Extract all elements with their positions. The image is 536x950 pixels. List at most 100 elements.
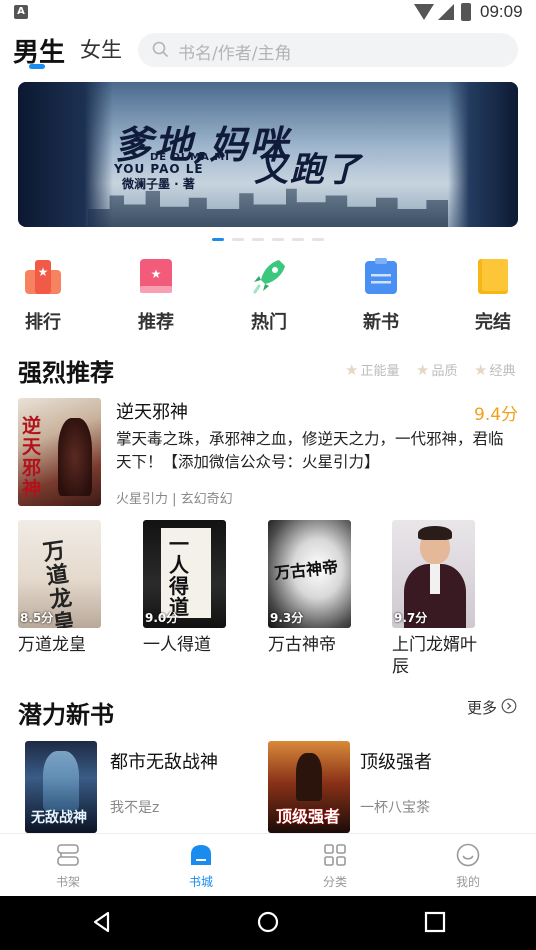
category-new[interactable]: 新书 (351, 256, 411, 334)
featured-book-title[interactable]: 逆天邪神 (116, 398, 188, 424)
tag-label: 正能量 (360, 364, 400, 379)
cover-hair (418, 526, 452, 540)
recents-icon[interactable] (424, 911, 446, 933)
nav-bookshelf[interactable]: 书架 (33, 842, 103, 890)
search-icon (152, 41, 168, 57)
pagination-dot (252, 238, 264, 241)
app-notification-icon: A (14, 5, 28, 19)
pagination-dot (312, 238, 324, 241)
nav-label: 我的 (455, 875, 480, 889)
cover-figure (43, 751, 79, 811)
category-grid-icon (324, 844, 346, 866)
book-cover: 万古神帝 9.3分 (268, 520, 351, 628)
nav-label: 书城 (188, 875, 213, 889)
book-cover: 万道龙皇 8.5分 (18, 520, 101, 628)
banner-figure-right (448, 82, 518, 227)
tag-classic[interactable]: ★ 经典 (474, 360, 515, 379)
status-time: 09:09 (480, 2, 523, 21)
pagination-dot (232, 238, 244, 241)
promo-banner[interactable]: 爹地,妈咪 DE DI MA MI YOU PAO LE 微澜子墨 · 著 又跑… (18, 82, 518, 227)
active-tab-indicator (29, 64, 45, 69)
category-label: 新书 (363, 312, 399, 333)
category-recommend[interactable]: ★ 推荐 (126, 256, 186, 334)
nav-label: 书架 (55, 875, 80, 889)
cover-title: 顶级强者 (276, 807, 341, 826)
book-title: 一人得道 (143, 635, 211, 655)
book-title: 上门龙婿叶辰 (392, 635, 477, 677)
pagination-dot (212, 238, 224, 241)
svg-text:★: ★ (38, 265, 49, 279)
cover-figure (58, 418, 92, 496)
pagination-dot (272, 238, 284, 241)
chevron-right-circle-icon[interactable] (501, 698, 517, 714)
tag-positive[interactable]: ★ 正能量 (345, 360, 399, 379)
new-book-cover[interactable]: 顶级强者 (268, 741, 350, 833)
book-card[interactable]: 万道龙皇 8.5分 万道龙皇 (18, 520, 118, 656)
new-book-title[interactable]: 顶级强者 (360, 748, 432, 774)
category-label: 排行 (25, 312, 61, 333)
new-book-title[interactable]: 都市无敌战神 (110, 748, 218, 774)
recommend-icon: ★ (140, 259, 172, 293)
category-label: 热门 (251, 312, 287, 333)
new-book-author: 我不是z (110, 800, 160, 816)
tag-quality[interactable]: ★ 品质 (416, 360, 457, 379)
cover-figure (296, 753, 322, 801)
banner-figure-left (18, 82, 113, 227)
search-input[interactable]: 书名/作者/主角 (138, 33, 518, 67)
book-cover: 一人得道 9.0分 (143, 520, 226, 628)
book-score: 9.7分 (394, 611, 428, 625)
book-card[interactable]: 万古神帝 9.3分 万古神帝 (268, 520, 368, 656)
book-cover: 9.7分 (392, 520, 475, 628)
nav-profile[interactable]: 我的 (433, 842, 503, 890)
signal-icon (438, 4, 454, 20)
book-title: 万古神帝 (268, 635, 336, 655)
bookstore-icon (191, 845, 211, 865)
tab-female[interactable]: 女生 (80, 34, 122, 64)
cover-title: 一人得道 (169, 532, 189, 619)
cover-title: 逆天邪神 (22, 415, 42, 500)
battery-icon (461, 3, 471, 21)
star-icon: ★ (474, 361, 488, 379)
svg-text:★: ★ (151, 267, 162, 281)
category-ranking[interactable]: ★ 排行 (13, 256, 73, 334)
book-score: 9.0分 (145, 611, 179, 625)
ranking-icon: ★ (25, 260, 61, 294)
book-card[interactable]: 9.7分 上门龙婿叶辰 (392, 520, 492, 678)
star-icon: ★ (345, 361, 359, 379)
banner-title-2: 又跑了 (254, 150, 362, 190)
featured-book-score: 9.4分 (474, 405, 519, 425)
cover-title: 无敌战神 (31, 810, 87, 826)
nav-label: 分类 (322, 875, 347, 889)
featured-book-meta: 火星引力 | 玄幻奇幻 (116, 492, 233, 507)
back-icon[interactable] (90, 910, 114, 934)
category-label: 完结 (475, 312, 511, 333)
category-finished[interactable]: 完结 (463, 256, 523, 334)
book-score: 9.3分 (270, 611, 304, 625)
featured-book-cover[interactable]: 逆天邪神 (18, 398, 101, 506)
more-link[interactable]: 更多 (467, 697, 497, 718)
wifi-icon (414, 4, 434, 20)
category-label: 推荐 (138, 312, 174, 333)
category-hot[interactable]: 热门 (239, 256, 299, 334)
star-icon: ★ (416, 361, 430, 379)
cover-shirt (430, 564, 440, 594)
finished-icon (478, 259, 508, 294)
book-score: 8.5分 (20, 611, 54, 625)
tag-label: 品质 (431, 364, 458, 379)
nav-category[interactable]: 分类 (300, 842, 370, 890)
section-title-new: 潜力新书 (18, 701, 114, 729)
nav-bookstore[interactable]: 书城 (166, 842, 236, 890)
bottom-nav: 书架 书城 分类 我的 (0, 833, 536, 896)
new-book-cover[interactable]: 无敌战神 (25, 741, 97, 833)
home-icon[interactable] (256, 910, 280, 934)
book-card[interactable]: 一人得道 9.0分 一人得道 (143, 520, 243, 656)
cover-title: 万古神帝 (273, 557, 340, 583)
search-placeholder: 书名/作者/主角 (178, 44, 292, 64)
system-nav-bar (0, 896, 536, 950)
featured-book-description: 掌天毒之珠，承邪神之血，修逆天之力，一代邪神，君临天下！【添加微信公众号：火星引… (116, 430, 504, 471)
section-title-recommend: 强烈推荐 (18, 359, 114, 387)
bookshelf-icon (57, 844, 79, 866)
banner-title-pinyin-2: YOU PAO LE (114, 162, 204, 176)
tag-label: 经典 (489, 364, 516, 379)
pagination-dot (292, 238, 304, 241)
